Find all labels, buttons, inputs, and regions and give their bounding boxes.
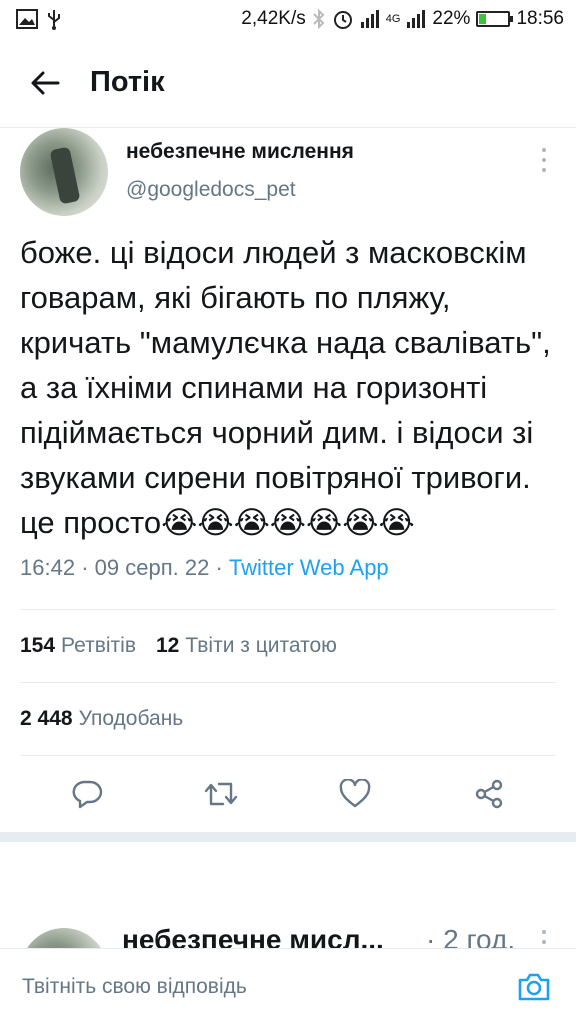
back-button[interactable] (0, 38, 90, 128)
reply-input-placeholder[interactable]: Твітніть свою відповідь (22, 975, 247, 999)
tweet-source-link[interactable]: Twitter Web App (229, 555, 389, 580)
quotes-count: 12 (156, 634, 180, 657)
reply-icon (72, 780, 103, 809)
bluetooth-icon (313, 8, 325, 30)
avatar[interactable] (20, 928, 108, 948)
retweets-count: 154 (20, 634, 56, 657)
meta-separator: · (81, 555, 89, 580)
tweet-meta: 16:42 · 09 серп. 22 · Twitter Web App (0, 551, 576, 581)
status-left (16, 8, 62, 30)
usb-icon (48, 10, 60, 30)
tweet-detail: небезпечне мислення @googledocs_pet боже… (0, 128, 576, 842)
retweets-label: Ретвітів (61, 634, 136, 657)
like-button[interactable] (325, 764, 385, 824)
likes-stat[interactable]: 2 448 Уподобань (20, 707, 183, 731)
alarm-icon (333, 11, 352, 29)
gallery-icon (16, 9, 38, 29)
reply-time: · 2 год. (426, 924, 516, 948)
top-bar: Потік (0, 38, 576, 128)
display-name[interactable]: небезпечне мислення (126, 140, 354, 164)
quotes-stat[interactable]: 12 Твіти з цитатою (156, 634, 337, 658)
net-speed: 2,42K/s (241, 8, 306, 29)
retweet-icon (204, 782, 238, 806)
battery-icon (476, 11, 514, 27)
more-options-icon[interactable] (540, 930, 548, 948)
page-title: Потік (90, 66, 165, 98)
likes-label: Уподобань (78, 707, 184, 730)
more-options-icon[interactable] (540, 148, 548, 172)
battery-percent: 22% (432, 8, 471, 29)
heart-icon (339, 779, 371, 808)
like-stats: 2 448 Уподобань (0, 683, 576, 755)
status-bar: 2,42K/s 4G 22% 18:56 (0, 0, 576, 38)
clock: 18:56 (516, 8, 564, 29)
author-names: небезпечне мислення @googledocs_pet (126, 128, 354, 220)
signal-icon (360, 10, 379, 28)
quotes-label: Твіти з цитатою (185, 634, 337, 657)
tweet-text: боже. ці відоси людей з масковскім говар… (20, 235, 551, 540)
thread-separator (0, 832, 576, 842)
reply-compose-bar[interactable]: Твітніть свою відповідь (0, 948, 576, 1024)
tweet-actions (0, 756, 576, 832)
retweets-stat[interactable]: 154 Ретвітів (20, 634, 136, 658)
tweet-author[interactable]: небезпечне мислення @googledocs_pet (0, 128, 576, 220)
status-right: 2,42K/s 4G 22% 18:56 (241, 8, 564, 30)
share-icon (475, 779, 503, 809)
camera-button[interactable] (514, 967, 554, 1007)
reply-button[interactable] (57, 764, 117, 824)
meta-separator-2: · (215, 555, 223, 580)
handle[interactable]: @googledocs_pet (126, 178, 354, 202)
tweet-time: 16:42 (20, 555, 76, 580)
back-arrow-icon (31, 71, 60, 94)
share-button[interactable] (459, 764, 519, 824)
network-type: 4G (385, 13, 401, 25)
reply-tweet[interactable]: небезпечне мисл... · 2 год. (0, 910, 576, 948)
retweet-button[interactable] (191, 764, 251, 824)
camera-icon (518, 973, 550, 1000)
avatar[interactable] (20, 128, 108, 216)
reply-display-name[interactable]: небезпечне мисл... (122, 924, 384, 948)
likes-count: 2 448 (20, 707, 73, 730)
tweet-date: 09 серп. 22 (94, 555, 210, 580)
signal-icon-2 (407, 10, 426, 28)
retweet-stats: 154 Ретвітів 12 Твіти з цитатою (0, 610, 576, 682)
